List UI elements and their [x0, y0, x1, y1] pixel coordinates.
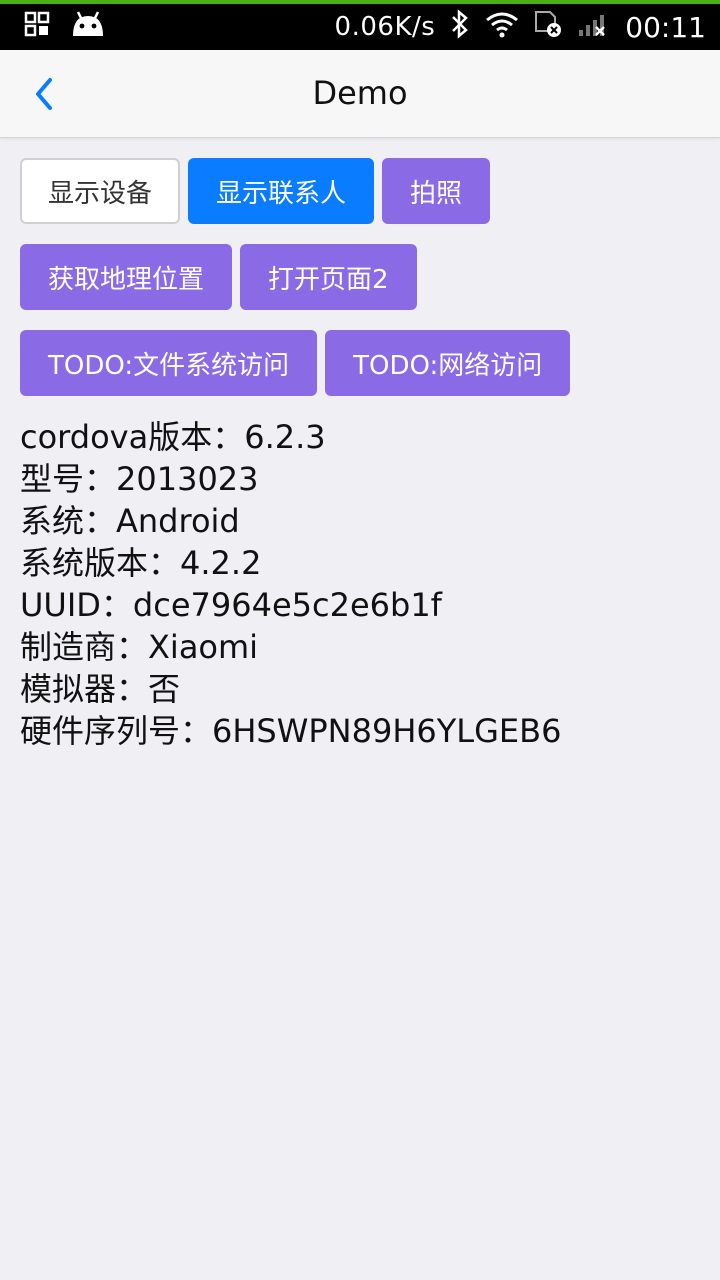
- network-speed: 0.06K/s: [334, 12, 436, 42]
- wifi-icon: [485, 10, 519, 45]
- clock: 00:11: [625, 10, 706, 44]
- page-title: Demo: [312, 74, 408, 112]
- take-photo-button[interactable]: 拍照: [382, 158, 491, 224]
- info-serial: 硬件序列号：6HSWPN89H6YLGEB6: [20, 712, 562, 750]
- info-model: 型号：2013023: [20, 460, 259, 498]
- button-row-3: TODO:文件系统访问 TODO:网络访问: [20, 330, 710, 396]
- info-uuid: UUID：dce7964e5c2e6b1f: [20, 586, 442, 624]
- file-system-button[interactable]: TODO:文件系统访问: [20, 330, 318, 396]
- navigation-bar: Demo: [0, 50, 720, 138]
- show-contacts-button[interactable]: 显示联系人: [188, 158, 375, 224]
- sim-error-icon: [533, 9, 563, 46]
- main-content: 显示设备 显示联系人 拍照 获取地理位置 打开页面2 TODO:文件系统访问 T…: [20, 158, 710, 752]
- info-emulator: 模拟器：否: [20, 670, 181, 708]
- signal-icon: [577, 10, 611, 45]
- button-row-1: 显示设备 显示联系人 拍照: [20, 158, 710, 224]
- open-page2-button[interactable]: 打开页面2: [240, 244, 417, 310]
- show-device-button[interactable]: 显示设备: [20, 158, 181, 224]
- info-cordova-version: cordova版本：6.2.3: [20, 418, 326, 456]
- grid-icon: [24, 11, 50, 41]
- network-access-button[interactable]: TODO:网络访问: [325, 330, 571, 396]
- button-row-2: 获取地理位置 打开页面2: [20, 244, 710, 310]
- status-bar: 0.06K/s 00:11: [0, 0, 720, 50]
- info-platform: 系统：Android: [20, 502, 240, 540]
- device-info: cordova版本：6.2.3 型号：2013023 系统：Android 系统…: [20, 416, 710, 752]
- status-right: 0.06K/s 00:11: [335, 8, 706, 46]
- android-icon: [70, 10, 106, 42]
- bluetooth-icon: [449, 8, 471, 46]
- get-location-button[interactable]: 获取地理位置: [20, 244, 233, 310]
- info-manufacturer: 制造商：Xiaomi: [20, 628, 259, 666]
- info-os-version: 系统版本：4.2.2: [20, 544, 262, 582]
- status-left: [24, 10, 106, 42]
